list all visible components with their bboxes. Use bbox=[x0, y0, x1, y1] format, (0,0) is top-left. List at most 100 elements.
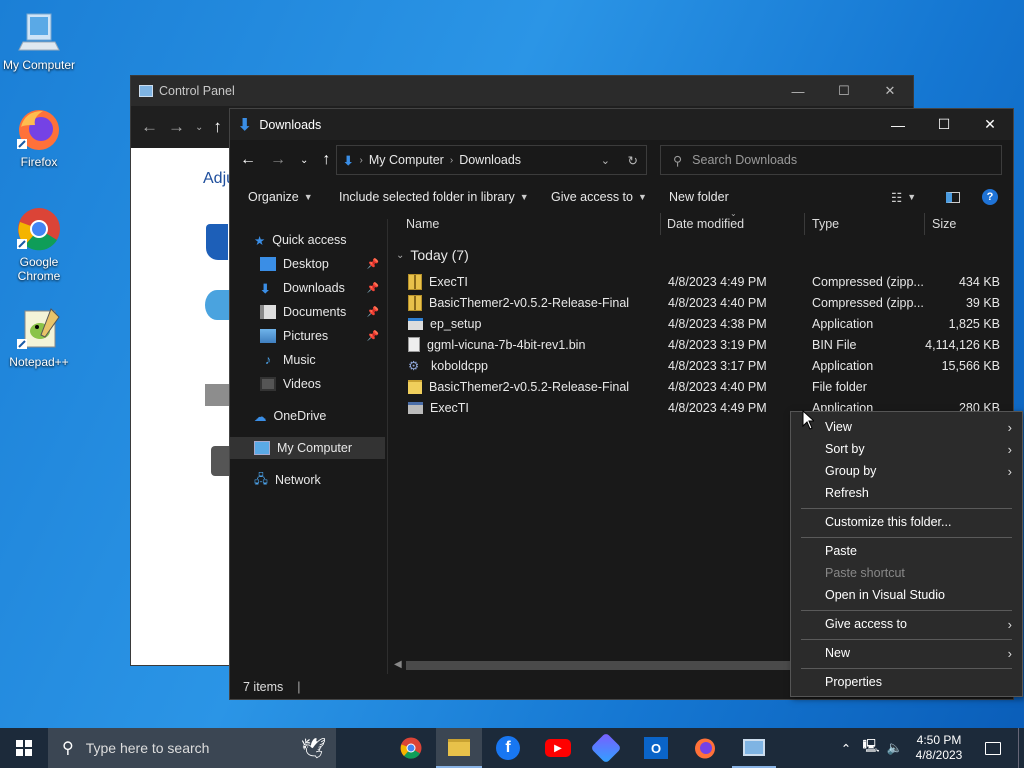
organize-button[interactable]: Organize ▼ bbox=[248, 190, 313, 204]
address-bar[interactable]: ⬇ › My Computer › Downloads ⌄ ↻ bbox=[336, 145, 647, 175]
column-divider[interactable] bbox=[924, 213, 925, 235]
menu-item-new[interactable]: New › bbox=[791, 642, 1022, 664]
close-button[interactable]: ✕ bbox=[867, 76, 913, 106]
show-hidden-icons-button[interactable]: ⌃ bbox=[836, 728, 856, 768]
recent-locations-chevron-icon[interactable]: ⌄ bbox=[300, 155, 308, 169]
preview-pane-button[interactable] bbox=[946, 191, 960, 203]
taskbar-clock[interactable]: 4:50 PM 4/8/2023 bbox=[908, 728, 970, 768]
desktop-icon-label: My Computer bbox=[2, 58, 76, 72]
notifications-button[interactable] bbox=[978, 728, 1008, 768]
taskbar-file-explorer[interactable] bbox=[436, 728, 482, 768]
menu-item-customize[interactable]: Customize this folder... bbox=[791, 511, 1022, 533]
maximize-button[interactable]: ☐ bbox=[821, 76, 867, 106]
maximize-button[interactable]: ☐ bbox=[921, 109, 967, 140]
back-arrow-icon[interactable]: ← bbox=[240, 151, 256, 169]
printer-icon bbox=[205, 384, 229, 406]
taskbar-firefox[interactable] bbox=[684, 728, 726, 768]
breadcrumb-my-computer[interactable]: My Computer bbox=[369, 153, 444, 167]
menu-item-open-in-visual-studio[interactable]: Open in Visual Studio bbox=[791, 584, 1022, 606]
show-desktop-button[interactable] bbox=[1018, 728, 1024, 768]
file-row[interactable]: BasicThemer2-v0.5.2-Release-Final 4/8/202… bbox=[400, 292, 1000, 313]
column-header-type[interactable]: Type bbox=[812, 211, 839, 237]
file-size: 15,566 KB bbox=[941, 358, 1000, 373]
nav-pictures[interactable]: Pictures 📌 bbox=[260, 325, 385, 347]
back-arrow-icon[interactable]: ← bbox=[141, 117, 158, 137]
nav-onedrive[interactable]: ☁ OneDrive bbox=[254, 405, 409, 427]
scroll-left-arrow-icon[interactable]: ◀ bbox=[394, 659, 402, 670]
taskbar-control-panel[interactable] bbox=[732, 728, 776, 768]
nav-network[interactable]: 🖧 Network bbox=[254, 469, 409, 491]
file-date: 4/8/2023 3:17 PM bbox=[668, 358, 767, 373]
nav-music[interactable]: ♪ Music bbox=[260, 349, 385, 371]
music-note-icon: ♪ bbox=[264, 353, 272, 367]
nav-videos[interactable]: Videos bbox=[260, 373, 385, 395]
column-header-size[interactable]: Size bbox=[932, 211, 956, 237]
column-header-name[interactable]: Name bbox=[406, 211, 439, 237]
up-arrow-icon[interactable]: ↑ bbox=[322, 151, 330, 169]
control-panel-window-controls: — ☐ ✕ bbox=[775, 76, 913, 106]
taskbar-search-box[interactable]: ⚲ Type here to search 🕊 bbox=[48, 728, 336, 768]
menu-item-properties[interactable]: Properties bbox=[791, 671, 1022, 693]
close-button[interactable]: ✕ bbox=[967, 109, 1013, 140]
taskbar-youtube[interactable]: ▶ bbox=[536, 728, 580, 768]
change-view-button[interactable]: ☷ ▼ bbox=[891, 190, 916, 205]
shield-icon bbox=[206, 224, 228, 260]
nav-quick-access[interactable]: ★ Quick access bbox=[254, 229, 409, 251]
caret-down-icon: ▼ bbox=[519, 192, 529, 202]
refresh-icon[interactable]: ↻ bbox=[628, 153, 638, 168]
scrollbar-thumb[interactable] bbox=[406, 661, 790, 670]
taskbar-copilot[interactable] bbox=[584, 728, 628, 768]
desktop-icon-chrome[interactable]: Google Chrome bbox=[0, 205, 78, 283]
file-row[interactable]: ep_setup 4/8/2023 4:38 PM Application 1,825… bbox=[400, 313, 1000, 334]
facebook-icon: f bbox=[496, 736, 520, 760]
folder-icon bbox=[448, 738, 470, 756]
file-row[interactable]: ⚙ koboldcpp 4/8/2023 3:17 PM Application 15,… bbox=[400, 355, 1000, 376]
taskbar-chrome[interactable] bbox=[390, 728, 432, 768]
new-folder-button[interactable]: New folder bbox=[669, 190, 729, 204]
desktop-icon-my-computer[interactable]: My Computer bbox=[0, 8, 78, 72]
taskbar-outlook[interactable]: O bbox=[634, 728, 678, 768]
minimize-button[interactable]: — bbox=[775, 76, 821, 106]
file-row[interactable]: BasicThemer2-v0.5.2-Release-Final 4/8/202… bbox=[400, 376, 1000, 397]
caret-down-icon: ▼ bbox=[303, 192, 313, 202]
file-row[interactable]: ExecTI 4/8/2023 4:49 PM Compressed (zipp..… bbox=[400, 271, 1000, 292]
caret-down-icon: ▼ bbox=[907, 192, 917, 202]
column-divider[interactable] bbox=[660, 213, 661, 235]
start-button[interactable] bbox=[0, 728, 48, 768]
menu-item-give-access[interactable]: Give access to › bbox=[791, 613, 1022, 635]
desktop-icon-firefox[interactable]: Firefox bbox=[0, 105, 78, 169]
nav-desktop[interactable]: Desktop 📌 bbox=[260, 253, 385, 275]
forward-arrow-icon[interactable]: → bbox=[270, 151, 286, 169]
menu-item-paste[interactable]: Paste bbox=[791, 540, 1022, 562]
file-size: 39 KB bbox=[965, 295, 1000, 310]
address-dropdown-chevron-icon[interactable]: ⌄ bbox=[601, 154, 610, 167]
desktop-icon-label: Firefox bbox=[20, 155, 58, 169]
file-type: BIN File bbox=[812, 337, 857, 352]
horizontal-scrollbar[interactable]: ◀ bbox=[392, 658, 792, 672]
menu-item-sort-by[interactable]: Sort by › bbox=[791, 438, 1022, 460]
breadcrumb-downloads[interactable]: Downloads bbox=[459, 153, 521, 167]
help-button[interactable]: ? bbox=[982, 189, 998, 205]
menu-item-view[interactable]: View › bbox=[791, 416, 1022, 438]
forward-arrow-icon[interactable]: → bbox=[168, 117, 185, 137]
network-tray-icon[interactable]: 🖳 bbox=[860, 728, 882, 768]
menu-item-refresh[interactable]: Refresh bbox=[791, 482, 1022, 504]
nav-documents[interactable]: Documents 📌 bbox=[260, 301, 385, 323]
desktop-icon-notepadpp[interactable]: Notepad++ bbox=[0, 305, 78, 369]
include-in-library-button[interactable]: Include selected folder in library ▼ bbox=[339, 190, 529, 204]
menu-separator bbox=[801, 639, 1012, 640]
nav-downloads[interactable]: ⬇ Downloads 📌 bbox=[260, 277, 385, 299]
menu-item-group-by[interactable]: Group by › bbox=[791, 460, 1022, 482]
group-header-today[interactable]: ⌄ Today (7) bbox=[396, 247, 469, 263]
give-access-button[interactable]: Give access to ▼ bbox=[551, 190, 647, 204]
file-row[interactable]: ggml-vicuna-7b-4bit-rev1.bin 4/8/2023 3:1… bbox=[400, 334, 1000, 355]
column-divider[interactable] bbox=[804, 213, 805, 235]
taskbar-facebook[interactable]: f bbox=[486, 728, 530, 768]
chevron-down-icon[interactable]: ⌄ bbox=[195, 122, 203, 133]
volume-tray-icon[interactable]: 🔈 bbox=[884, 728, 906, 768]
minimize-button[interactable]: — bbox=[875, 109, 921, 140]
up-arrow-icon[interactable]: ↑ bbox=[213, 117, 222, 137]
menu-label: Properties bbox=[825, 675, 882, 689]
nav-my-computer[interactable]: My Computer bbox=[230, 437, 385, 459]
search-input[interactable]: ⚲ Search Downloads bbox=[660, 145, 1002, 175]
